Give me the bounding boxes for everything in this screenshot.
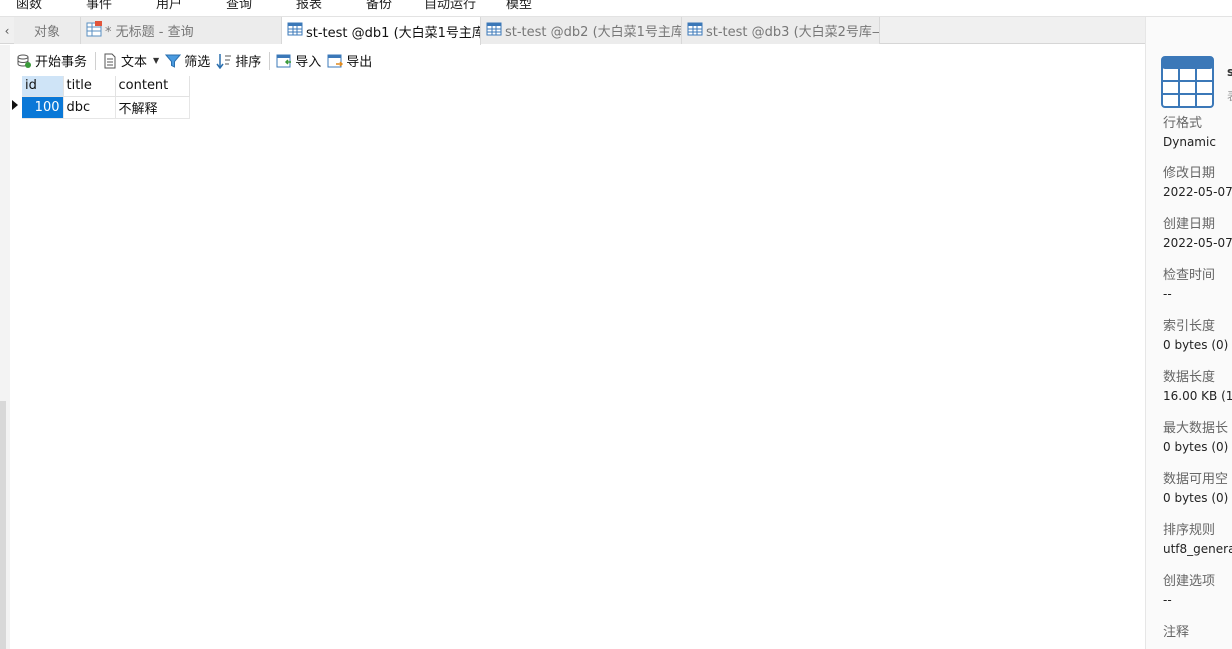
- prop-max-data-length: 最大数据长 0 bytes (0): [1163, 420, 1228, 456]
- query-icon: [86, 20, 102, 41]
- menu-automation[interactable]: 自动运行: [424, 0, 476, 12]
- column-header-title[interactable]: title: [63, 76, 116, 97]
- export-button[interactable]: 导出: [327, 51, 372, 70]
- prop-create-options: 创建选项 --: [1163, 573, 1215, 609]
- tab-objects[interactable]: 对象: [14, 17, 81, 44]
- tab-db2-label: st-test @db2 (大白菜1号主库...: [505, 25, 682, 40]
- export-label: 导出: [346, 55, 373, 70]
- filter-icon: [165, 54, 182, 68]
- prop-comment: 注释: [1163, 624, 1189, 649]
- menu-queries[interactable]: 查询: [226, 0, 252, 12]
- prop-data-free: 数据可用空 0 bytes (0): [1163, 471, 1228, 507]
- tab-query[interactable]: * 无标题 - 查询: [81, 17, 282, 44]
- chevron-down-icon[interactable]: ▼: [153, 56, 159, 65]
- prop-value: Dynamic: [1163, 135, 1216, 149]
- menu-bar: 函数 事件 用户 查询 报表 备份 自动运行 模型: [0, 0, 1232, 17]
- prop-key: 修改日期: [1163, 166, 1216, 181]
- tab-objects-label: 对象: [33, 25, 60, 40]
- toolbar-divider: [269, 51, 271, 70]
- menu-functions[interactable]: 函数: [16, 0, 42, 12]
- tab-scroll-left-icon[interactable]: ‹: [0, 17, 14, 44]
- sort-icon: [216, 53, 232, 69]
- tab-bar: ‹ 对象 * 无标题 - 查询 st-test @db1 (大白菜1号主库...…: [0, 17, 1145, 45]
- cell-id[interactable]: 100: [22, 96, 64, 119]
- prop-key: 注释: [1163, 625, 1190, 640]
- table-large-icon: [1161, 56, 1214, 112]
- import-icon: [276, 54, 292, 67]
- prop-index-length: 索引长度 0 bytes (0): [1163, 318, 1228, 354]
- text-label: 文本: [121, 55, 148, 70]
- prop-value: 0 bytes (0): [1163, 491, 1229, 505]
- prop-key: 创建日期: [1163, 217, 1216, 232]
- prop-value: 2022-05-07: [1163, 236, 1232, 250]
- prop-collation: 排序规则 utf8_genera: [1163, 522, 1232, 558]
- prop-created-date: 创建日期 2022-05-07: [1163, 216, 1232, 252]
- prop-row-format: 行格式 Dynamic: [1163, 115, 1216, 151]
- cell-content[interactable]: 不解释: [115, 96, 190, 119]
- transaction-icon: [17, 54, 31, 68]
- prop-check-time: 检查时间 --: [1163, 267, 1215, 303]
- menu-users[interactable]: 用户: [156, 0, 182, 12]
- grid-header-row: id title content: [10, 76, 190, 97]
- object-name: s: [1227, 65, 1232, 79]
- menu-events[interactable]: 事件: [86, 0, 112, 12]
- document-icon: [104, 53, 116, 68]
- prop-key: 数据长度: [1163, 370, 1216, 385]
- prop-key: 索引长度: [1163, 319, 1216, 334]
- tab-st-test-db3[interactable]: st-test @db3 (大白菜2号库—...: [682, 17, 880, 44]
- toolbar-divider: [95, 51, 97, 70]
- menu-reports[interactable]: 报表: [296, 0, 322, 12]
- begin-transaction-label: 开始事务: [35, 55, 88, 70]
- current-row-indicator-icon: [10, 96, 22, 118]
- prop-value: [1163, 643, 1189, 649]
- column-header-content[interactable]: content: [115, 76, 190, 97]
- tab-st-test-db1[interactable]: st-test @db1 (大白菜1号主库...: [282, 17, 481, 45]
- text-button[interactable]: 文本 ▼: [102, 51, 159, 70]
- prop-key: 行格式: [1163, 116, 1203, 131]
- tab-db3-label: st-test @db3 (大白菜2号库—...: [706, 25, 880, 40]
- prop-modified-date: 修改日期 2022-05-07: [1163, 165, 1232, 201]
- export-icon: [327, 54, 344, 67]
- prop-key: 数据可用空: [1163, 472, 1229, 487]
- row-header-corner: [10, 76, 22, 96]
- sort-button[interactable]: 排序: [216, 51, 261, 70]
- filter-button[interactable]: 筛选: [165, 51, 210, 70]
- table-row[interactable]: 100 dbc 不解释: [10, 96, 190, 119]
- import-button[interactable]: 导入: [276, 51, 321, 70]
- menu-backup[interactable]: 备份: [366, 0, 392, 12]
- prop-value: --: [1163, 593, 1172, 607]
- object-info-panel: s 表 行格式 Dynamic 修改日期 2022-05-07 创建日期 202…: [1145, 17, 1232, 649]
- column-header-id[interactable]: id: [22, 76, 64, 97]
- tab-st-test-db2[interactable]: st-test @db2 (大白菜1号主库...: [481, 17, 682, 44]
- tab-query-label: * 无标题 - 查询: [105, 25, 194, 40]
- data-grid: id title content 100 dbc 不解释: [10, 76, 190, 119]
- navicat-window: 函数 事件 用户 查询 报表 备份 自动运行 模型 ‹ 对象 * 无标题 - 查…: [0, 0, 1232, 649]
- prop-value: 0 bytes (0): [1163, 440, 1229, 454]
- prop-data-length: 数据长度 16.00 KB (16: [1163, 369, 1232, 405]
- table-toolbar: 开始事务 文本 ▼ 筛选 排序 导入 导出: [10, 45, 1145, 76]
- sort-label: 排序: [235, 55, 262, 70]
- prop-value: --: [1163, 287, 1172, 301]
- table-icon: [486, 21, 502, 41]
- begin-transaction-button[interactable]: 开始事务: [16, 51, 87, 70]
- prop-value: 0 bytes (0): [1163, 338, 1229, 352]
- object-type: 表: [1227, 87, 1232, 104]
- left-panel-edge: [0, 45, 10, 649]
- filter-label: 筛选: [184, 55, 211, 70]
- cell-title[interactable]: dbc: [63, 96, 116, 119]
- prop-key: 排序规则: [1163, 523, 1216, 538]
- prop-value: 16.00 KB (16: [1163, 389, 1232, 403]
- table-icon: [287, 21, 303, 41]
- prop-value: utf8_genera: [1163, 542, 1232, 556]
- table-icon: [687, 21, 703, 41]
- tab-db1-label: st-test @db1 (大白菜1号主库...: [306, 25, 481, 41]
- left-splitter[interactable]: [0, 401, 6, 649]
- prop-key: 检查时间: [1163, 268, 1216, 283]
- prop-key: 创建选项: [1163, 574, 1216, 589]
- prop-value: 2022-05-07: [1163, 185, 1232, 199]
- import-label: 导入: [295, 55, 322, 70]
- prop-key: 最大数据长: [1163, 421, 1229, 436]
- menu-model[interactable]: 模型: [506, 0, 532, 12]
